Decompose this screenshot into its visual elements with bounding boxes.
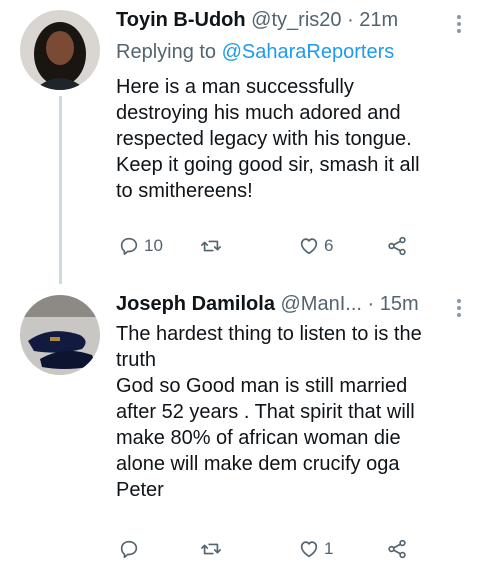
display-name[interactable]: Joseph Damilola [116, 293, 275, 315]
retweet-icon [201, 543, 221, 555]
tweet-text-line: make 80% of african woman die [116, 427, 401, 449]
like-icon [300, 541, 318, 558]
replying-to: Replying to @SaharaReporters [116, 40, 394, 64]
like-icon [300, 238, 318, 255]
tweet-text-line: God so Good man is still married [116, 375, 408, 397]
timestamp[interactable]: · 15m [368, 293, 419, 315]
tweet-text-line: to smithereens! [116, 180, 253, 202]
avatar[interactable] [20, 10, 100, 90]
tweet-text-line: destroying his much adored and [116, 102, 401, 124]
tweet-text-line: The hardest thing to listen to is the [116, 323, 422, 345]
tweet-text-line: Here is a man successfully [116, 76, 354, 98]
tweet-text-line: truth [116, 349, 157, 371]
tweet-text: The hardest thing to listen to is the tr… [116, 321, 466, 503]
replying-to-label: Replying to [116, 41, 217, 63]
tweet-text-line: Peter [116, 479, 164, 501]
reply-icon [120, 237, 138, 256]
like-button[interactable]: 6 [298, 233, 333, 259]
retweet-button[interactable] [200, 233, 226, 259]
more-icon[interactable] [456, 296, 462, 320]
like-count: 6 [324, 236, 334, 255]
tweet-text-line: alone will make dem crucify oga [116, 453, 400, 475]
retweet-icon [201, 240, 221, 252]
mention-link[interactable]: @SaharaReporters [222, 41, 395, 63]
tweet-actions: 10 6 [116, 233, 416, 259]
tweet[interactable]: Toyin B-Udoh @ty_ris20 · 21m Replying to… [0, 0, 480, 285]
like-button[interactable]: 1 [298, 536, 333, 562]
username[interactable]: @ManI... [281, 293, 362, 315]
like-count: 1 [324, 539, 334, 558]
tweet-header: Joseph Damilola @ManI... · 15m [116, 292, 470, 316]
share-icon [388, 236, 406, 256]
tweet-actions: 1 [116, 536, 416, 562]
avatar[interactable] [20, 295, 100, 375]
reply-button[interactable]: 10 [118, 233, 163, 259]
tweet-text-line: Keep it going good sir, smash it all [116, 154, 420, 176]
share-icon [388, 539, 406, 559]
tweet-text-line: respected legacy with his tongue. [116, 128, 412, 150]
username[interactable]: @ty_ris20 [251, 9, 341, 31]
reply-icon [120, 540, 138, 559]
tweet-text-line: after 52 years . That spirit that will [116, 401, 415, 423]
share-button[interactable] [386, 233, 408, 259]
tweet-header: Toyin B-Udoh @ty_ris20 · 21m [116, 8, 470, 32]
retweet-button[interactable] [200, 536, 226, 562]
more-icon[interactable] [456, 12, 462, 36]
timestamp[interactable]: · 21m [347, 9, 398, 31]
thread-line [59, 96, 62, 284]
tweet-text: Here is a man successfully destroying hi… [116, 74, 466, 204]
reply-button[interactable] [118, 536, 144, 562]
display-name[interactable]: Toyin B-Udoh [116, 9, 246, 31]
share-button[interactable] [386, 536, 408, 562]
tweet[interactable]: Joseph Damilola @ManI... · 15m The harde… [0, 285, 480, 577]
reply-count: 10 [144, 236, 163, 255]
